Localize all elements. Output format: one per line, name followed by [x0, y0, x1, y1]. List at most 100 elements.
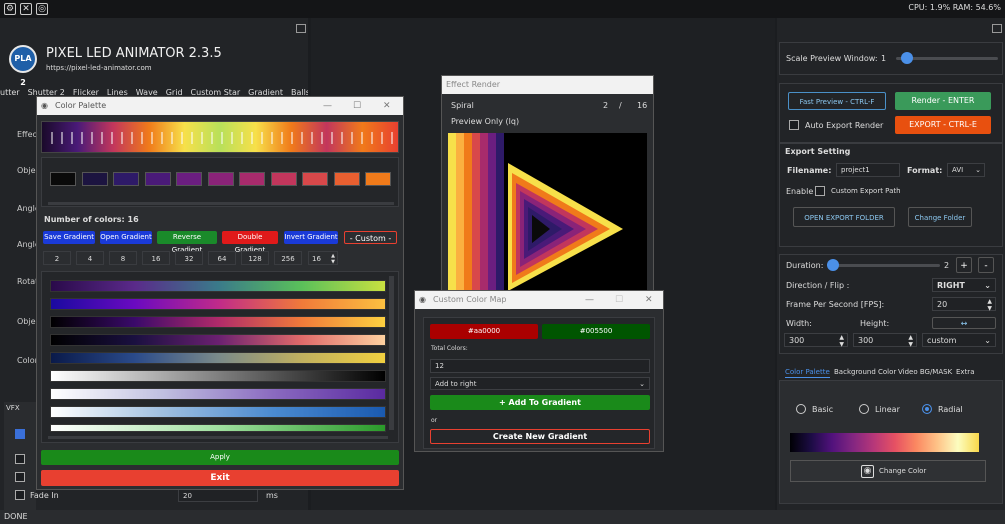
auto-export-checkbox[interactable] [789, 120, 799, 130]
color-swatch[interactable] [365, 172, 391, 186]
color-swatch[interactable] [176, 172, 202, 186]
crossed-icon[interactable]: ✕ [20, 3, 32, 15]
color-swatch[interactable] [302, 172, 328, 186]
gradient-option[interactable] [50, 406, 386, 418]
radial-radio[interactable] [922, 404, 932, 414]
tab-video-bg-mask[interactable]: Video BG/MASK [898, 368, 952, 376]
count-64-button[interactable]: 64 [208, 251, 236, 265]
close-icon[interactable]: ✕ [645, 291, 653, 309]
custom-path-checkbox[interactable] [815, 186, 825, 196]
invert-gradient-button[interactable]: Invert Gradient [284, 231, 338, 244]
vfx-checkbox[interactable] [15, 454, 25, 464]
fade-in-checkbox[interactable] [15, 490, 25, 500]
vfx-checkbox[interactable] [15, 472, 25, 482]
export-button[interactable]: EXPORT - CTRL-E [895, 116, 991, 134]
exit-button[interactable]: Exit [41, 470, 399, 486]
size-mode-select[interactable]: custom ⌄ [922, 333, 996, 347]
gradient-option[interactable] [50, 316, 386, 328]
spinner-arrows-icon[interactable]: ▲ ▼ [987, 298, 992, 312]
color-swatch[interactable] [113, 172, 139, 186]
change-folder-button[interactable]: Change Folder [908, 207, 972, 227]
save-gradient-button[interactable]: Save Gradient [43, 231, 95, 244]
color-swatch[interactable] [207, 172, 234, 186]
link-size-button[interactable]: ↔ [932, 317, 996, 329]
linear-radio[interactable] [859, 404, 869, 414]
open-export-folder-button[interactable]: OPEN EXPORT FOLDER [793, 207, 895, 227]
swatch-scrollbar[interactable] [48, 202, 394, 205]
add-mode-select[interactable]: Add to right ⌄ [430, 377, 650, 390]
gradient-option[interactable] [50, 352, 386, 364]
scale-slider-knob[interactable] [901, 52, 913, 64]
custom-gradient-button[interactable]: - Custom - [344, 231, 397, 244]
filename-input[interactable]: project1 [836, 163, 900, 177]
app-url[interactable]: https://pixel-led-animator.com [46, 64, 152, 72]
total-colors-input[interactable]: 12 [430, 359, 650, 373]
menu-item[interactable]: utter [0, 88, 20, 97]
duration-minus-button[interactable]: - [978, 257, 994, 273]
gear-icon[interactable]: ⚙ [4, 3, 16, 15]
maximize-icon[interactable]: ☐ [615, 291, 623, 309]
apply-button[interactable]: Apply [41, 450, 399, 465]
gradient-bar[interactable] [41, 121, 399, 153]
color1-button[interactable]: #aa0000 [430, 324, 538, 339]
maximize-icon[interactable]: ☐ [353, 97, 361, 115]
double-gradient-button[interactable]: Double Gradient [222, 231, 278, 254]
count-256-button[interactable]: 256 [274, 251, 302, 265]
count-128-button[interactable]: 128 [241, 251, 269, 265]
count-8-button[interactable]: 8 [109, 251, 137, 265]
minimize-icon[interactable]: — [323, 97, 332, 115]
fps-spinner[interactable]: 20 ▲ ▼ [932, 297, 996, 312]
undock-icon[interactable] [296, 24, 306, 33]
direction-select[interactable]: RIGHT ⌄ [932, 278, 996, 292]
spinner-arrows-icon[interactable]: ▲ ▼ [908, 334, 913, 348]
close-icon[interactable]: ✕ [383, 97, 391, 115]
color-swatch[interactable] [270, 172, 297, 186]
create-new-gradient-button[interactable]: Create New Gradient [430, 429, 650, 444]
change-color-button[interactable]: ◉ Change Color [790, 460, 986, 482]
color-swatch[interactable] [333, 172, 360, 186]
vfx-checkbox[interactable] [15, 429, 25, 439]
color-swatch[interactable] [144, 172, 171, 186]
add-to-gradient-button[interactable]: + Add To Gradient [430, 395, 650, 410]
gradient-list-hscrollbar[interactable] [48, 436, 388, 439]
reverse-gradient-button[interactable]: Reverse Gradient [157, 231, 217, 254]
palette-icon: ◉ [419, 295, 426, 304]
count-2-button[interactable]: 2 [43, 251, 71, 265]
duration-plus-button[interactable]: + [956, 257, 972, 273]
minimize-icon[interactable]: — [585, 291, 594, 309]
gradient-option[interactable] [50, 388, 386, 400]
gradient-option[interactable] [50, 298, 386, 310]
camera-icon[interactable]: ◎ [36, 3, 48, 15]
width-spinner[interactable]: 300 ▲ ▼ [784, 333, 848, 348]
gradient-option[interactable] [50, 370, 386, 382]
count-16-button[interactable]: 16 [142, 251, 170, 265]
duration-slider-knob[interactable] [827, 259, 839, 271]
gradient-option[interactable] [50, 280, 386, 292]
color-swatch[interactable] [239, 172, 265, 186]
basic-radio[interactable] [796, 404, 806, 414]
duration-slider[interactable] [830, 264, 940, 267]
tab-color-palette[interactable]: Color Palette [785, 368, 830, 378]
tab-extra[interactable]: Extra [956, 368, 974, 376]
spinner-arrows-icon[interactable]: ▲ ▼ [331, 253, 335, 265]
undock-icon[interactable] [992, 24, 1002, 33]
gradient-list-scrollbar[interactable] [389, 276, 394, 430]
count-32-button[interactable]: 32 [175, 251, 203, 265]
format-select[interactable]: AVI ⌄ [947, 163, 985, 177]
fade-in-input[interactable]: 20 [178, 489, 258, 502]
count-4-button[interactable]: 4 [76, 251, 104, 265]
basic-label: Basic [812, 405, 834, 414]
fast-preview-button[interactable]: Fast Preview - CTRL-F [788, 92, 886, 110]
gradient-option[interactable] [50, 334, 386, 346]
tab-background-color[interactable]: Background Color [834, 368, 896, 376]
spinner-arrows-icon[interactable]: ▲ ▼ [839, 334, 844, 348]
open-gradient-button[interactable]: Open Gradient [100, 231, 152, 244]
render-button[interactable]: Render - ENTER [895, 92, 991, 110]
height-spinner[interactable]: 300 ▲ ▼ [853, 333, 917, 348]
gradient-option[interactable] [50, 424, 386, 432]
color-swatch[interactable] [81, 172, 108, 186]
count-spinner[interactable]: 16 ▲ ▼ [308, 251, 338, 265]
color2-button[interactable]: #005500 [542, 324, 650, 339]
gradient-stops[interactable] [42, 122, 400, 154]
color-swatch[interactable] [50, 172, 76, 186]
